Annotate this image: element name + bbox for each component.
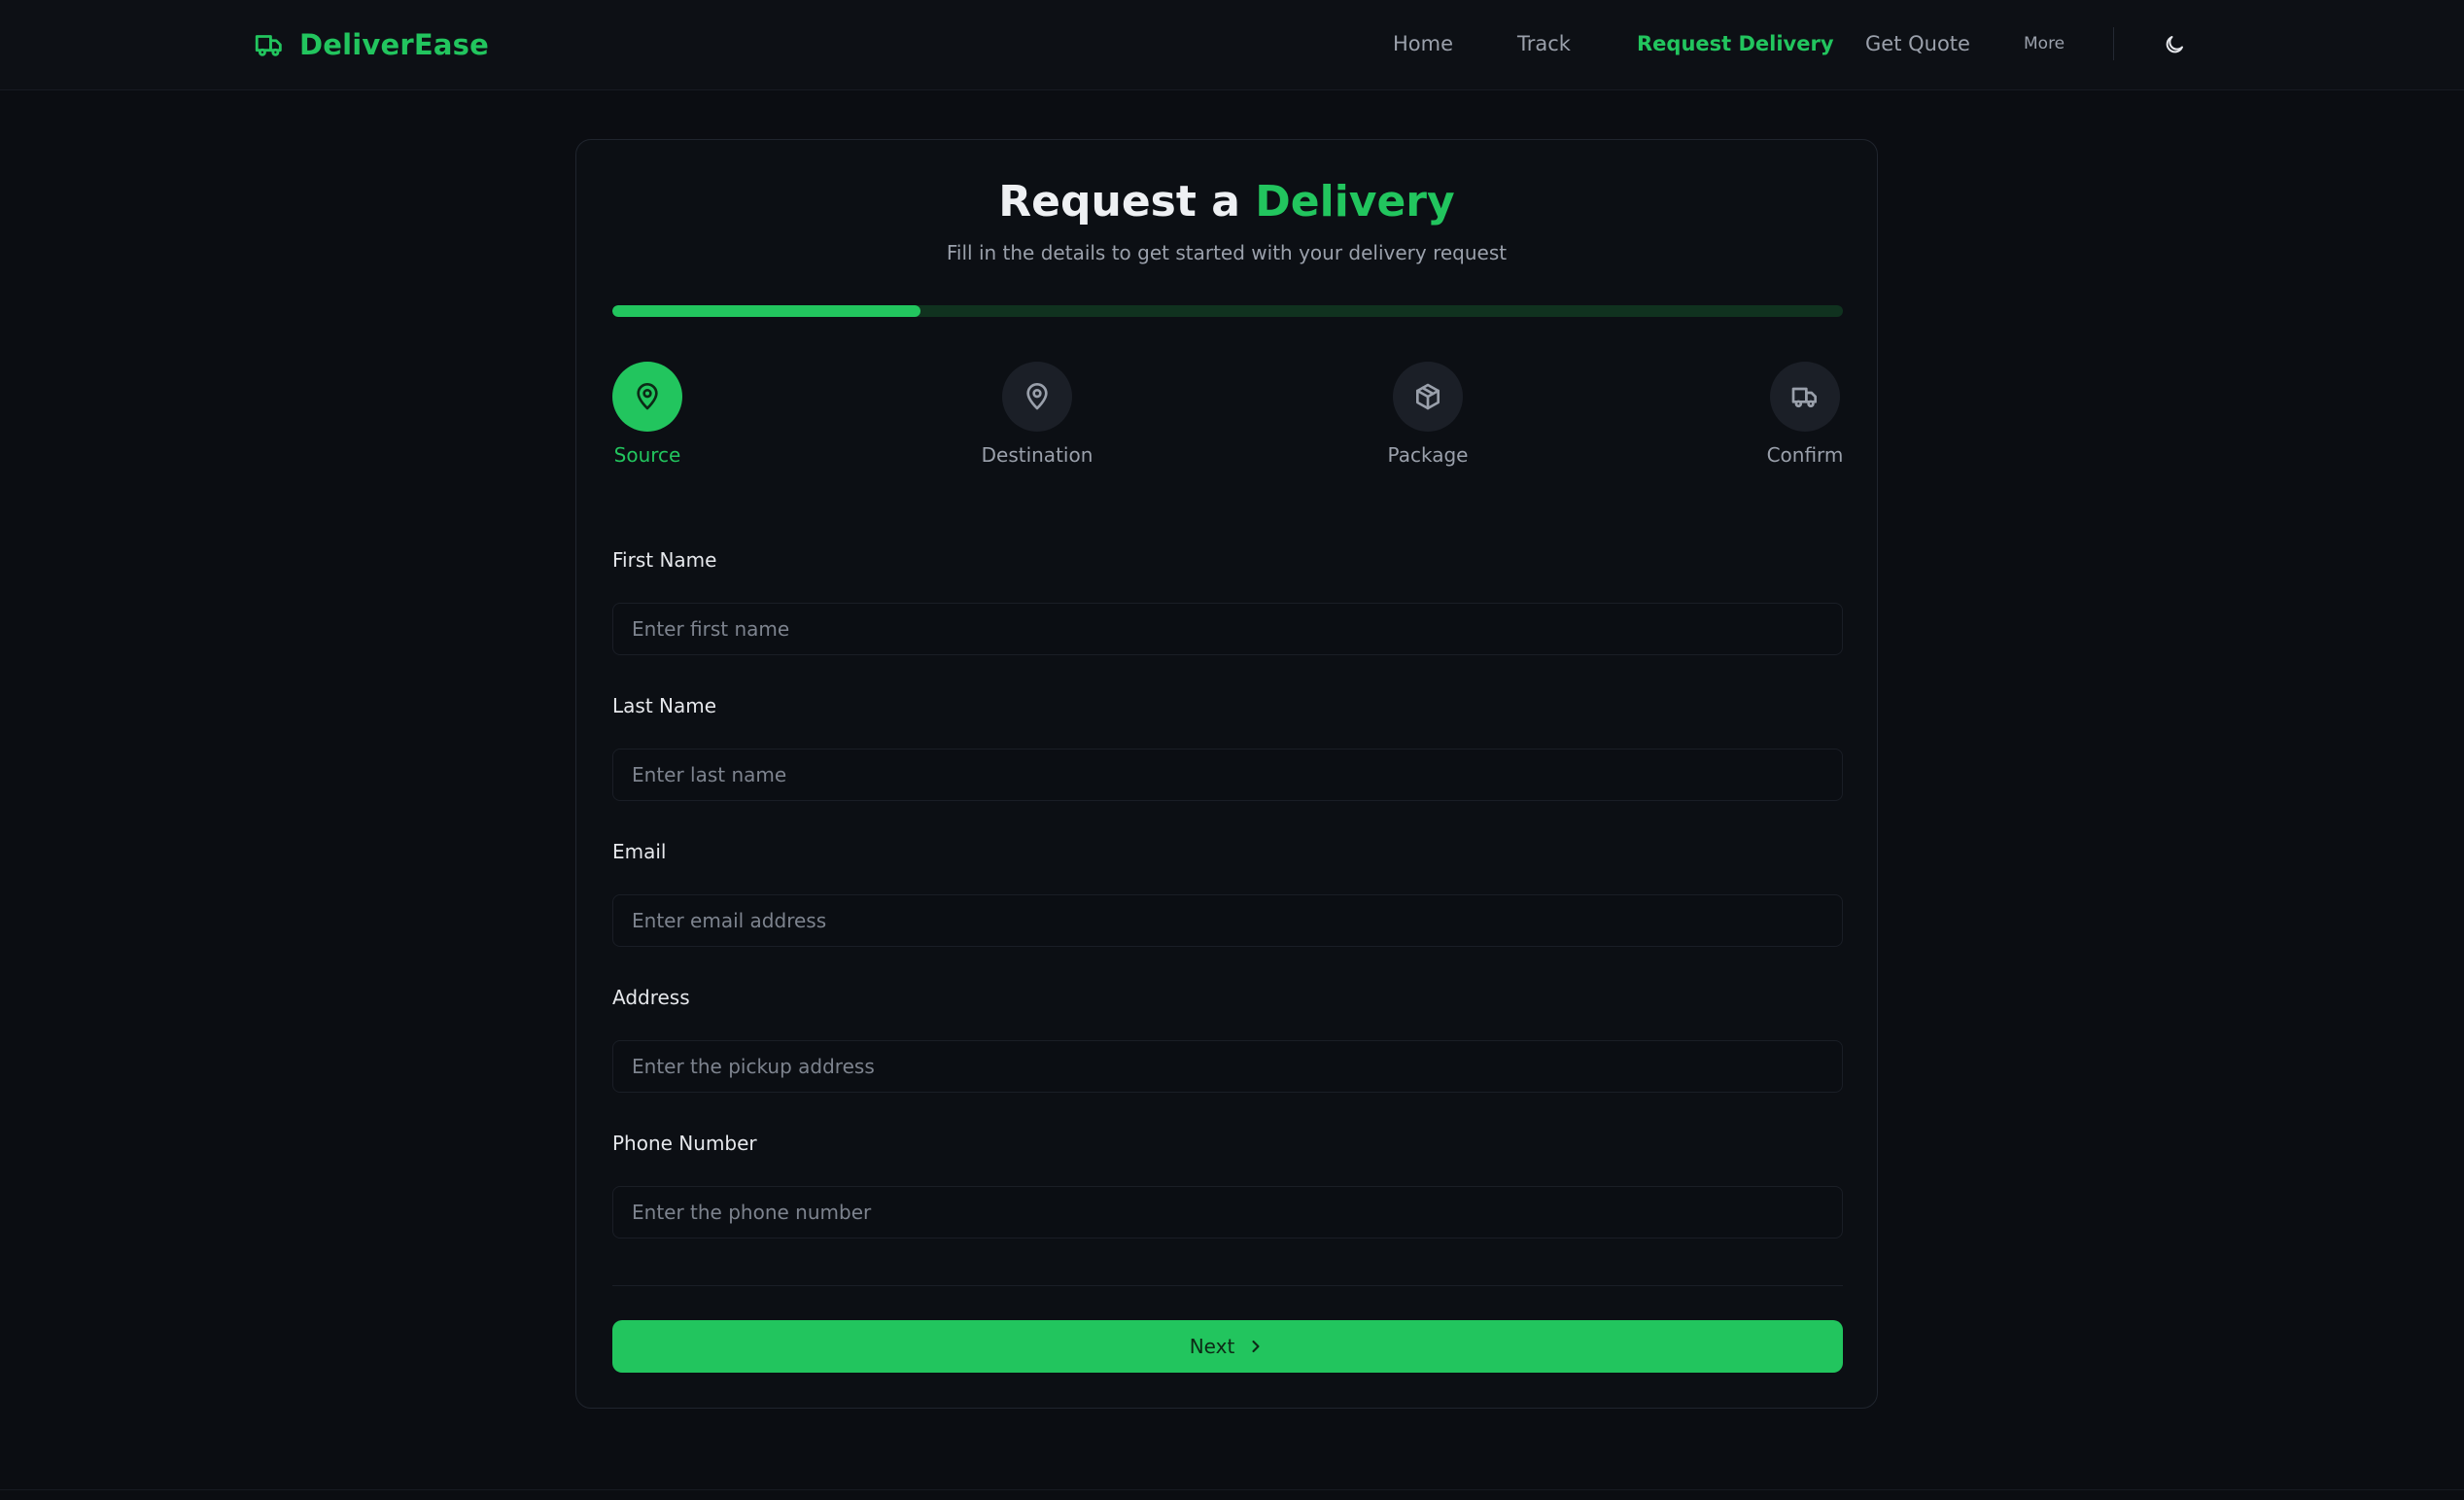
phone-number-label: Phone Number [612,1132,757,1155]
form-divider [612,1285,1843,1286]
step-label: Destination [981,443,1093,467]
next-button-label: Next [1189,1335,1235,1358]
step-destination[interactable]: Destination [959,362,1115,467]
nav-home[interactable]: Home [1393,29,1453,58]
title-prefix: Request a [998,177,1240,227]
step-circle [1770,362,1840,432]
email-field[interactable] [612,894,1843,947]
step-circle [612,362,682,432]
footer-divider [0,1489,2464,1490]
address-field[interactable] [612,1040,1843,1093]
step-source[interactable]: Source [570,362,725,467]
map-pin-icon [637,383,658,410]
nav-request-delivery[interactable]: Request Delivery [1637,29,1834,58]
page-title: Request a Delivery [576,177,1877,227]
last-name-field[interactable] [612,749,1843,801]
title-accent: Delivery [1255,177,1455,227]
progress-bar-fill [612,305,920,317]
page-subtitle: Fill in the details to get started with … [946,241,1508,264]
step-package[interactable]: Package [1350,362,1506,467]
address-label: Address [612,986,690,1009]
brand-name: DeliverEase [299,28,490,61]
first-name-label: First Name [612,548,717,572]
nav-get-quote[interactable]: Get Quote [1865,29,1970,58]
step-circle [1393,362,1463,432]
last-name-label: Last Name [612,694,717,717]
step-label: Source [613,443,681,467]
first-name-field[interactable] [612,603,1843,655]
step-label: Package [1387,443,1469,467]
nav-track[interactable]: Track [1517,29,1571,58]
moon-icon [2166,36,2183,53]
request-delivery-card: Request a Delivery Fill in the details t… [575,139,1878,1409]
next-button[interactable]: Next [612,1320,1843,1373]
truck-icon [1791,387,1817,408]
phone-number-field[interactable] [612,1186,1843,1238]
map-pin-icon [1026,383,1048,410]
top-navbar: DeliverEase Home Track Request Delivery … [0,0,2464,90]
brand-logo[interactable]: DeliverEase [253,24,489,65]
step-confirm[interactable]: Confirm [1727,362,1883,467]
step-label: Confirm [1766,443,1844,467]
chevron-right-icon [1252,1340,1260,1353]
progress-bar [612,305,1843,317]
nav-divider [2113,27,2114,60]
truck-icon [255,35,282,56]
step-circle [1002,362,1072,432]
package-icon [1416,383,1440,410]
nav-more[interactable]: More [2024,29,2065,58]
email-label: Email [612,840,667,863]
theme-toggle-button[interactable] [2156,26,2193,63]
